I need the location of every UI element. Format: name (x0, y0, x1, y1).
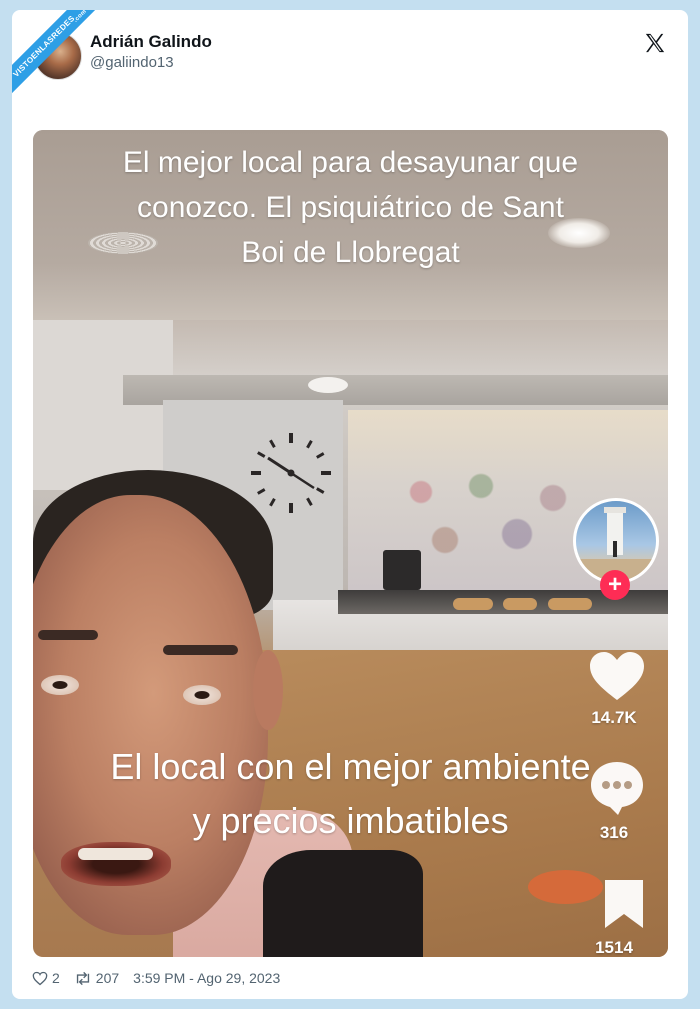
like-action[interactable]: 2 (32, 970, 60, 986)
eye (183, 685, 221, 705)
author-name[interactable]: Adrián Galindo (90, 32, 212, 52)
video-frame[interactable]: El mejor local para desayunar que conozc… (33, 130, 668, 957)
ear (253, 650, 283, 730)
footer-like-count: 2 (52, 970, 60, 986)
heart-outline-icon (32, 971, 48, 985)
watermark-sub: .com (72, 10, 88, 24)
like-count: 14.7K (591, 708, 637, 727)
follow-button[interactable]: + (600, 570, 630, 600)
retweet-icon (76, 971, 89, 985)
pastry (503, 598, 537, 610)
pastry (548, 598, 592, 610)
footer-retweet-count: 207 (95, 970, 120, 986)
floor-mat (528, 870, 603, 904)
video-top-caption: El mejor local para desayunar que conozc… (122, 146, 579, 269)
left-wall (33, 320, 173, 490)
retweet-action[interactable]: 207 (74, 970, 119, 986)
heart-icon[interactable] (588, 650, 646, 702)
comment-icon[interactable] (588, 760, 646, 816)
eyebrow (38, 630, 98, 640)
video-bottom-caption: El local con el mejor ambiente y precios… (110, 746, 591, 841)
tweet-footer: 2 207 3:59 PM - Ago 29, 2023 (32, 968, 280, 988)
teeth (78, 848, 153, 860)
wall-clock (251, 433, 331, 513)
x-logo-icon[interactable] (644, 32, 666, 54)
eye (41, 675, 79, 695)
cash-register (383, 550, 421, 590)
eyebrow (163, 645, 238, 655)
lighthouse-icon (576, 507, 656, 581)
tweet-timestamp[interactable]: 3:59 PM - Ago 29, 2023 (133, 970, 280, 986)
tweet-card: VISTOENLASREDES.com Adrián Galindo @gali… (12, 10, 688, 999)
save-count: 1514 (595, 938, 633, 957)
pastry (453, 598, 493, 610)
comment-count: 316 (599, 823, 629, 842)
author-handle[interactable]: @galiindo13 (90, 54, 174, 71)
recessed-light (308, 377, 348, 393)
shirt (263, 850, 423, 957)
bookmark-icon[interactable] (595, 878, 653, 930)
